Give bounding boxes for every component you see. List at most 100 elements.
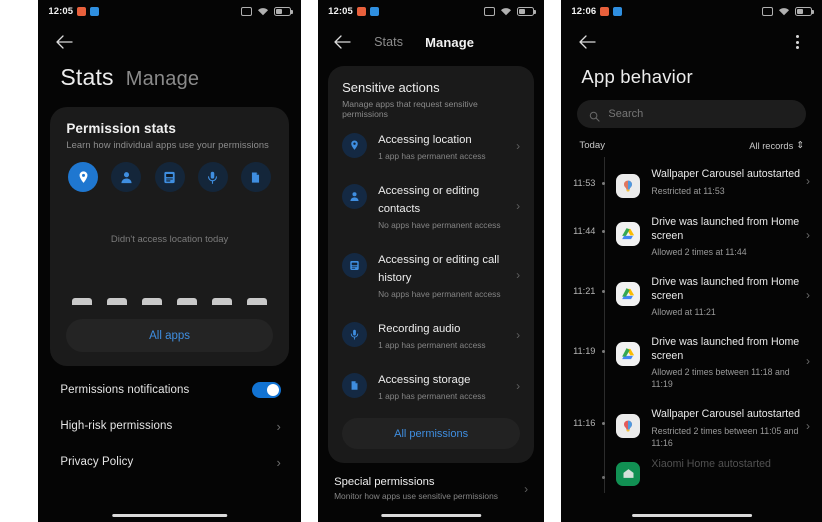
- status-bar-right: [484, 6, 537, 16]
- row-label: High-risk permissions: [60, 420, 173, 432]
- search-placeholder: Search: [608, 108, 644, 120]
- row-permissions-notifications[interactable]: Permissions notifications: [38, 372, 301, 408]
- permissions-notifications-toggle[interactable]: [251, 382, 281, 398]
- settings-row-list: Permissions notifications High-risk perm…: [38, 366, 301, 480]
- sensitive-actions-card: Sensitive actions Manage apps that reque…: [328, 66, 535, 463]
- chevron-right-icon: ›: [516, 198, 521, 213]
- event-subtitle: Allowed 2 times between 11:18 and 11:19: [651, 367, 790, 389]
- all-records-filter[interactable]: All records ⇕: [749, 140, 804, 151]
- timeline-event[interactable]: 11:44 Drive was launched from Home scree…: [561, 205, 822, 265]
- tab-stats[interactable]: Stats: [374, 35, 403, 49]
- home-indicator[interactable]: [631, 514, 752, 517]
- location-icon: [342, 133, 368, 158]
- event-time: 11:16: [573, 418, 596, 428]
- timeline-event[interactable]: 11:16 Wallpaper Carousel autostarted Res…: [561, 397, 822, 456]
- nav-row: [561, 22, 822, 56]
- status-bar: 12:06: [561, 0, 822, 22]
- search-input[interactable]: Search: [577, 100, 807, 128]
- sensitive-item-text: Recording audio 1 app has permanent acce…: [378, 319, 510, 350]
- search-icon: [589, 109, 601, 122]
- permission-stats-card: Permission stats Learn how individual ap…: [50, 107, 289, 366]
- app-icon-drive: [616, 342, 641, 366]
- tab-manage[interactable]: Manage: [126, 68, 199, 91]
- event-time: [561, 458, 595, 472]
- row-title: Special permissions: [334, 476, 435, 488]
- wifi-icon: [778, 7, 790, 16]
- status-bar-left: 12:06: [571, 6, 623, 17]
- phone-panel-stats: 12:05 Stats Manage Permission stats Lear…: [38, 0, 301, 522]
- sensitive-item-text: Accessing storage 1 app has permanent ac…: [378, 370, 510, 401]
- panel-gap-2: [544, 0, 562, 522]
- battery-icon: [517, 6, 537, 16]
- battery-icon: [795, 6, 815, 16]
- location-icon[interactable]: [68, 162, 99, 192]
- back-arrow-icon[interactable]: [577, 32, 597, 52]
- chevron-right-icon: ›: [276, 454, 281, 470]
- left-margin: [0, 0, 39, 522]
- chart-bar: [246, 298, 267, 305]
- sensitive-item-contacts[interactable]: Accessing or editing contacts No apps ha…: [342, 170, 520, 239]
- sensitive-item-accessing-location[interactable]: Accessing location 1 app has permanent a…: [342, 119, 520, 170]
- chevron-right-icon: ›: [806, 228, 811, 242]
- all-apps-button[interactable]: All apps: [66, 319, 273, 352]
- storage-icon[interactable]: [240, 162, 271, 192]
- microphone-icon: [342, 322, 368, 347]
- app-icon-wallpaper-carousel: [616, 174, 641, 198]
- chevron-right-icon: ›: [516, 378, 521, 393]
- chevron-right-icon: ›: [524, 481, 529, 496]
- item-subtitle: 1 app has permanent access: [378, 151, 486, 161]
- status-bar-left: 12:05: [328, 6, 379, 17]
- row-subtitle: Monitor how apps use sensitive permissio…: [334, 491, 498, 501]
- chevron-right-icon: ›: [806, 354, 811, 368]
- notification-icon-orange: [600, 6, 610, 16]
- event-title: Drive was launched from Home screen: [651, 276, 800, 302]
- contacts-icon[interactable]: [111, 162, 142, 192]
- event-subtitle: Restricted at 11:53: [651, 185, 725, 196]
- filter-label: All records: [749, 140, 794, 151]
- event-body: Wallpaper Carousel autostarted Restricte…: [651, 164, 802, 197]
- sort-updown-icon: ⇕: [796, 140, 805, 150]
- cast-icon: [484, 6, 496, 16]
- tab-manage[interactable]: Manage: [425, 35, 474, 50]
- status-bar: 12:05: [38, 0, 301, 22]
- card-subtitle: Manage apps that request sensitive permi…: [342, 99, 478, 119]
- back-arrow-icon[interactable]: [54, 32, 74, 52]
- sensitive-item-recording-audio[interactable]: Recording audio 1 app has permanent acce…: [342, 308, 520, 359]
- call-history-icon[interactable]: [154, 162, 185, 192]
- item-title: Accessing storage: [378, 374, 471, 386]
- nav-row: [38, 22, 301, 56]
- event-title: Drive was launched from Home screen: [651, 216, 800, 242]
- item-title: Accessing location: [378, 134, 472, 146]
- all-permissions-button[interactable]: All permissions: [342, 418, 521, 449]
- permission-icon-row: [66, 150, 273, 196]
- home-indicator[interactable]: [111, 514, 228, 517]
- chevron-right-icon: ›: [516, 327, 521, 342]
- home-indicator[interactable]: [381, 514, 481, 517]
- status-bar-clock: 12:05: [48, 5, 74, 17]
- microphone-icon[interactable]: [197, 162, 228, 192]
- event-body: Drive was launched from Home screen Allo…: [651, 212, 802, 258]
- contacts-icon: [342, 184, 368, 209]
- tab-stats[interactable]: Stats: [60, 64, 113, 91]
- sensitive-item-accessing-storage[interactable]: Accessing storage 1 app has permanent ac…: [342, 359, 520, 410]
- row-privacy-policy[interactable]: Privacy Policy ›: [38, 444, 301, 480]
- back-arrow-icon[interactable]: [332, 32, 352, 52]
- sensitive-item-call-history[interactable]: Accessing or editing call history No app…: [342, 239, 520, 308]
- timeline-dot-icon: [599, 404, 608, 425]
- timeline-event[interactable]: 11:19 Drive was launched from Home scree…: [561, 325, 822, 397]
- storage-icon: [342, 373, 368, 398]
- event-body: Wallpaper Carousel autostarted Restricte…: [651, 404, 802, 449]
- event-subtitle: Allowed 2 times at 11:44: [651, 247, 747, 257]
- row-high-risk-permissions[interactable]: High-risk permissions ›: [38, 408, 301, 444]
- three-phone-screenshot-collage: 12:05 Stats Manage Permission stats Lear…: [0, 0, 822, 522]
- row-special-permissions[interactable]: Special permissions Monitor how apps use…: [318, 463, 544, 512]
- item-subtitle: 1 app has permanent access: [378, 391, 486, 401]
- notification-icon-blue: [369, 6, 379, 16]
- kebab-menu-icon[interactable]: [788, 32, 806, 52]
- chevron-right-icon: ›: [276, 418, 281, 434]
- timeline-event[interactable]: Xiaomi Home autostarted: [561, 456, 822, 493]
- timeline-event[interactable]: 11:21 Drive was launched from Home scree…: [561, 265, 822, 325]
- chevron-right-icon: ›: [806, 419, 811, 434]
- app-icon-xiaomi-home: [616, 461, 641, 486]
- timeline-event[interactable]: 11:53 Wallpaper Carousel autostarted Res…: [561, 157, 822, 205]
